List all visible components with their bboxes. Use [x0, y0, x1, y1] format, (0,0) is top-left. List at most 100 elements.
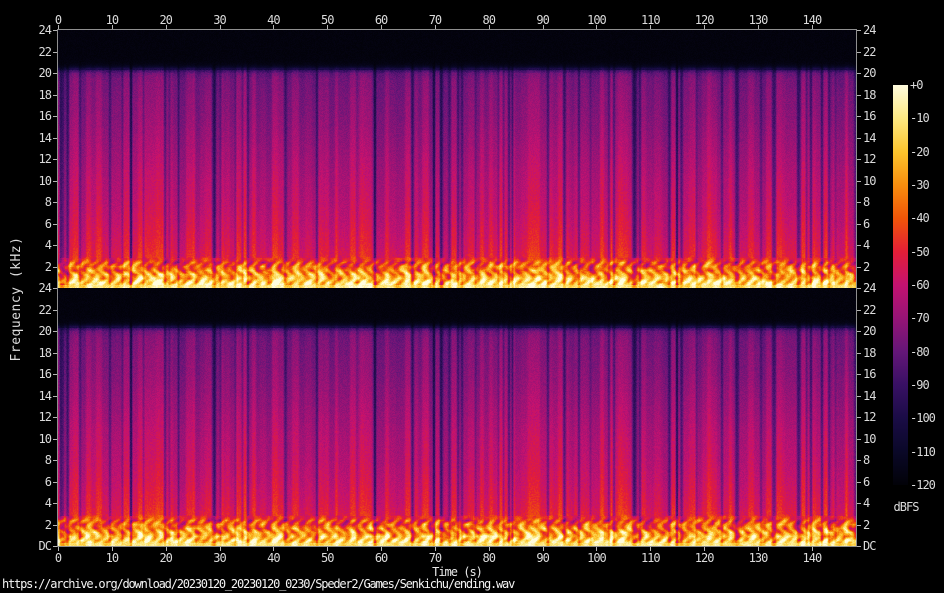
colorbar-tick-label: -120: [910, 478, 936, 492]
freq-tick-label: 6: [44, 216, 52, 231]
time-tick-label: 20: [159, 551, 172, 565]
time-tick-label: 120: [694, 551, 715, 565]
freq-tick-label: 2: [44, 259, 52, 274]
freq-tick: [857, 331, 861, 332]
colorbar-tick-label: -20: [910, 144, 930, 159]
time-tick-label: 100: [587, 13, 607, 27]
freq-tick: [53, 352, 57, 354]
spectrogram-channel-2: [58, 288, 856, 546]
time-tick-label: 130: [748, 551, 769, 565]
colorbar-tick-label: -100: [910, 411, 936, 426]
freq-tick-label: 16: [38, 367, 52, 381]
freq-tick: [53, 395, 57, 397]
colorbar-tick-label: -90: [910, 378, 930, 392]
freq-tick: [53, 481, 57, 483]
time-tick-label: 50: [320, 551, 334, 565]
freq-tick: [857, 245, 861, 246]
freq-tick: [53, 51, 57, 53]
freq-tick-label: 18: [38, 345, 52, 360]
freq-tick-label: 14: [38, 130, 52, 145]
freq-tick: [857, 51, 861, 53]
freq-tick-label: 6: [44, 474, 52, 489]
time-tick-label: 50: [320, 13, 334, 27]
freq-tick: [53, 94, 57, 96]
time-tick-label: 30: [213, 551, 226, 565]
freq-tick-label: 8: [44, 453, 52, 467]
freq-tick: [857, 524, 861, 526]
colorbar-unit-label: dBFS: [893, 500, 920, 514]
time-tick-label: 90: [536, 13, 549, 27]
freq-tick-label: 12: [38, 410, 52, 424]
freq-tick: [53, 266, 57, 268]
freq-tick-label: 22: [863, 44, 876, 59]
freq-tick-label: 8: [44, 195, 52, 209]
freq-tick: [857, 266, 861, 268]
freq-tick-label: 18: [38, 87, 52, 102]
freq-tick: [857, 288, 861, 289]
freq-tick: [857, 159, 861, 160]
freq-tick-label: 16: [38, 109, 52, 123]
freq-tick: [53, 245, 57, 246]
freq-tick: [857, 223, 861, 225]
freq-tick: [857, 352, 861, 354]
freq-tick-label: DC: [863, 539, 876, 553]
freq-tick-label: 12: [38, 152, 52, 166]
time-tick-label: 40: [267, 13, 280, 27]
freq-tick: [53, 223, 57, 225]
freq-tick: [857, 94, 861, 96]
freq-tick: [857, 202, 861, 203]
freq-tick: [53, 417, 57, 418]
time-tick-label: 0: [54, 551, 62, 565]
freq-tick-label: 22: [38, 44, 52, 59]
time-tick-label: 140: [802, 551, 823, 565]
freq-tick-label: 10: [38, 431, 52, 446]
freq-tick: [53, 331, 57, 332]
freq-tick-label: 4: [44, 496, 52, 510]
time-tick-label: 40: [267, 551, 280, 565]
freq-tick-label: DC: [38, 539, 52, 553]
spectrogram-channel-1: [58, 30, 856, 288]
freq-tick: [857, 137, 861, 139]
freq-tick: [53, 374, 57, 375]
freq-tick: [53, 116, 57, 117]
colorbar-tick-label: -70: [910, 311, 930, 326]
freq-tick-label: 10: [38, 173, 52, 188]
time-tick-label: 120: [694, 13, 715, 27]
freq-tick: [857, 546, 861, 547]
time-tick-label: 90: [536, 551, 549, 565]
time-tick-label: 10: [105, 13, 119, 27]
time-tick-label: 80: [482, 551, 496, 565]
freq-tick-label: 22: [38, 302, 52, 317]
freq-tick: [857, 30, 861, 31]
freq-tick-label: 20: [38, 324, 52, 338]
freq-tick: [857, 73, 861, 74]
freq-tick: [53, 180, 57, 182]
freq-tick: [53, 546, 57, 547]
freq-tick-label: 24: [38, 281, 52, 295]
time-tick-label: 30: [213, 13, 226, 27]
freq-tick: [53, 524, 57, 526]
time-tick-label: 70: [428, 551, 442, 565]
freq-tick: [53, 309, 57, 311]
colorbar-tick-label: -30: [910, 178, 930, 192]
colorbar-tick-label: -60: [910, 278, 930, 292]
freq-tick: [53, 503, 57, 504]
freq-tick: [857, 460, 861, 461]
time-tick-label: 100: [587, 551, 607, 565]
freq-tick: [53, 159, 57, 160]
freq-tick: [857, 374, 861, 375]
freq-tick: [857, 309, 861, 311]
freq-tick: [857, 503, 861, 504]
freq-tick: [857, 395, 861, 397]
freq-tick-label: 14: [38, 388, 52, 403]
time-tick-label: 70: [428, 13, 442, 27]
source-url-caption: https://archive.org/download/20230120_20…: [2, 577, 515, 591]
freq-tick: [857, 417, 861, 418]
freq-tick-label: 2: [44, 517, 52, 532]
colorbar-tick-label: -10: [910, 111, 930, 126]
freq-tick: [53, 460, 57, 461]
freq-tick: [53, 438, 57, 440]
colorbar-tick-label: -80: [910, 344, 930, 359]
time-tick-label: 110: [640, 551, 661, 565]
colorbar-tick-label: +0: [910, 78, 923, 92]
